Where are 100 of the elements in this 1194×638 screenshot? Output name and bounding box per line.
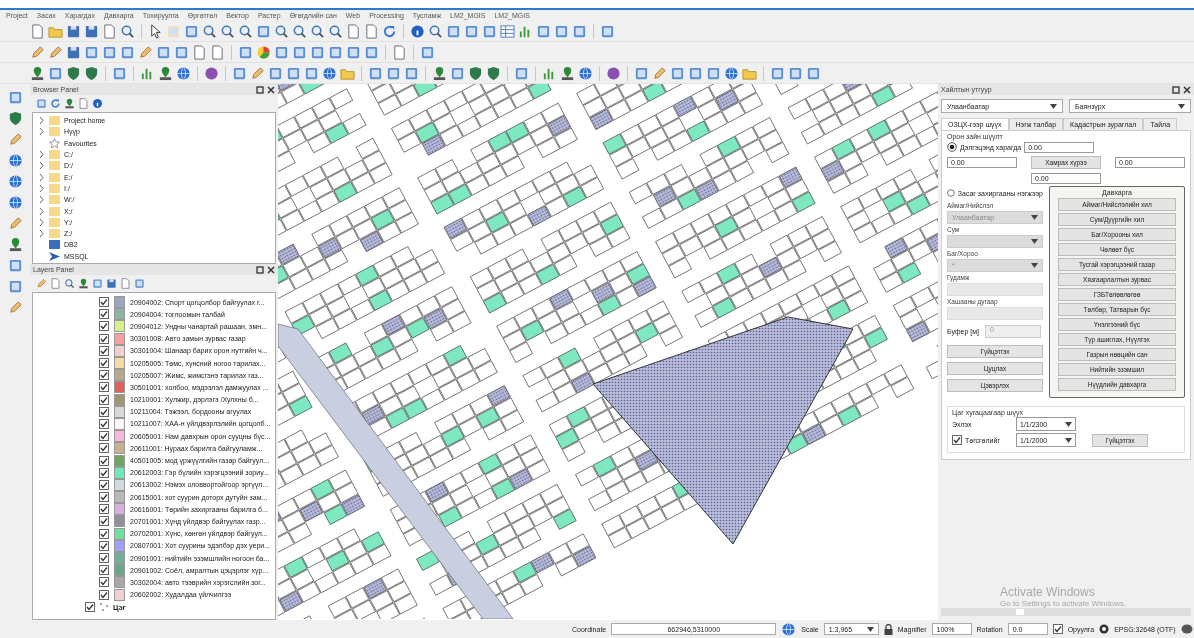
square-icon[interactable] bbox=[274, 44, 289, 60]
page-icon[interactable] bbox=[210, 44, 225, 60]
checkbox[interactable] bbox=[99, 455, 109, 466]
checkbox[interactable] bbox=[99, 418, 109, 429]
square-icon[interactable] bbox=[48, 65, 63, 81]
shield-icon[interactable] bbox=[66, 65, 81, 81]
float-icon[interactable] bbox=[1172, 85, 1180, 94]
pin-icon[interactable] bbox=[7, 237, 23, 252]
square-icon[interactable] bbox=[7, 258, 23, 273]
pie-icon[interactable] bbox=[256, 44, 271, 60]
fence-number-field[interactable] bbox=[947, 307, 1043, 320]
square-icon[interactable] bbox=[7, 90, 23, 105]
pencil-icon[interactable] bbox=[36, 278, 47, 289]
square-icon[interactable] bbox=[450, 65, 465, 81]
square-icon[interactable] bbox=[806, 65, 821, 81]
checkbox[interactable] bbox=[99, 358, 109, 369]
radio-button[interactable] bbox=[947, 142, 957, 152]
pencil-icon[interactable] bbox=[7, 216, 23, 231]
arrow-icon[interactable] bbox=[148, 23, 163, 39]
magnifier-icon[interactable] bbox=[120, 23, 135, 39]
page-icon[interactable] bbox=[392, 44, 407, 60]
pin-icon[interactable] bbox=[64, 98, 75, 109]
radio-button[interactable] bbox=[947, 188, 955, 198]
square-icon[interactable] bbox=[156, 44, 171, 60]
shield-icon[interactable] bbox=[7, 111, 23, 126]
checkbox[interactable] bbox=[99, 382, 109, 393]
checkbox[interactable] bbox=[99, 540, 109, 551]
info-icon[interactable] bbox=[410, 23, 425, 39]
square-icon[interactable] bbox=[420, 44, 435, 60]
globe-icon[interactable] bbox=[7, 174, 23, 189]
pin-icon[interactable] bbox=[432, 65, 447, 81]
page-icon[interactable] bbox=[102, 23, 117, 39]
checkbox[interactable] bbox=[85, 602, 95, 613]
square-icon[interactable] bbox=[36, 98, 47, 109]
checkbox[interactable] bbox=[99, 565, 109, 576]
magnifier-icon[interactable] bbox=[274, 23, 289, 39]
checkbox[interactable] bbox=[99, 504, 109, 515]
pencil-icon[interactable] bbox=[7, 300, 23, 315]
square-icon[interactable] bbox=[514, 65, 529, 81]
checkbox[interactable] bbox=[952, 435, 962, 445]
square-icon[interactable] bbox=[770, 65, 785, 81]
pin-icon[interactable] bbox=[78, 278, 89, 289]
square-icon[interactable] bbox=[404, 65, 419, 81]
checkbox[interactable] bbox=[99, 370, 109, 381]
globe-icon[interactable] bbox=[578, 65, 593, 81]
pencil-icon[interactable] bbox=[7, 132, 23, 147]
checkbox[interactable] bbox=[99, 345, 109, 356]
square-icon[interactable] bbox=[102, 44, 117, 60]
pin-icon[interactable] bbox=[30, 65, 45, 81]
checkbox[interactable] bbox=[99, 577, 109, 588]
square-icon[interactable] bbox=[7, 279, 23, 294]
square-icon[interactable] bbox=[232, 65, 247, 81]
square-icon[interactable] bbox=[174, 44, 189, 60]
globe-icon[interactable] bbox=[322, 65, 337, 81]
square-icon[interactable] bbox=[92, 278, 103, 289]
pin-icon[interactable] bbox=[560, 65, 575, 81]
page-icon[interactable] bbox=[364, 23, 379, 39]
checkbox[interactable] bbox=[99, 333, 109, 344]
magnifier-icon[interactable] bbox=[220, 23, 235, 39]
square-icon[interactable] bbox=[554, 23, 569, 39]
square-icon[interactable] bbox=[184, 23, 199, 39]
float-icon[interactable] bbox=[256, 85, 264, 94]
square-icon[interactable] bbox=[482, 23, 497, 39]
shield-icon[interactable] bbox=[486, 65, 501, 81]
circle-icon[interactable] bbox=[204, 65, 219, 81]
magnifier-icon[interactable] bbox=[428, 23, 443, 39]
magnifier-icon[interactable] bbox=[328, 23, 343, 39]
globe-icon[interactable] bbox=[781, 621, 797, 637]
crs-icon[interactable] bbox=[1099, 624, 1110, 634]
parcel-map-drawing[interactable] bbox=[278, 84, 938, 619]
square-icon[interactable] bbox=[464, 23, 479, 39]
magnifier-icon[interactable] bbox=[64, 278, 75, 289]
globe-icon[interactable] bbox=[176, 65, 191, 81]
refresh-icon[interactable] bbox=[382, 23, 397, 39]
magnifier-icon[interactable] bbox=[238, 23, 253, 39]
page-icon[interactable] bbox=[346, 23, 361, 39]
square-icon[interactable] bbox=[600, 23, 615, 39]
checkbox[interactable] bbox=[99, 394, 109, 405]
page-icon[interactable] bbox=[50, 278, 61, 289]
checkbox[interactable] bbox=[99, 492, 109, 503]
checkbox[interactable] bbox=[99, 431, 109, 442]
close-icon[interactable] bbox=[1183, 85, 1191, 94]
checkbox[interactable] bbox=[99, 553, 109, 564]
square-icon[interactable] bbox=[670, 65, 685, 81]
square-icon[interactable] bbox=[304, 65, 319, 81]
square-icon[interactable] bbox=[346, 44, 361, 60]
magnifier-icon[interactable] bbox=[202, 23, 217, 39]
globe-icon[interactable] bbox=[7, 153, 23, 168]
info-icon[interactable] bbox=[92, 98, 103, 109]
circle-icon[interactable] bbox=[606, 65, 621, 81]
pin-icon[interactable] bbox=[158, 65, 173, 81]
square-icon[interactable] bbox=[84, 44, 99, 60]
square-icon[interactable] bbox=[134, 278, 145, 289]
float-icon[interactable] bbox=[256, 265, 264, 274]
square-icon[interactable] bbox=[256, 23, 271, 39]
checkbox[interactable] bbox=[99, 443, 109, 454]
checkbox[interactable] bbox=[99, 528, 109, 539]
square-icon[interactable] bbox=[328, 44, 343, 60]
magnifier-icon[interactable] bbox=[292, 23, 307, 39]
square-icon[interactable] bbox=[310, 44, 325, 60]
